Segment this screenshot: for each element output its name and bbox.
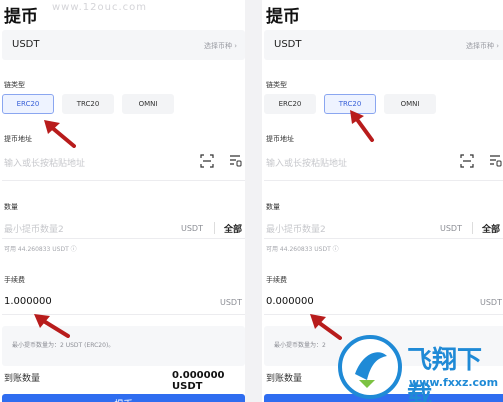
address-underline <box>264 180 503 181</box>
choose-coin-link[interactable]: 选择币种 › <box>466 41 499 51</box>
amount-underline <box>2 238 245 239</box>
note-text: 最小提币数量为：2 USDT (ERC20)。 <box>12 342 115 349</box>
amount-underline <box>264 238 503 239</box>
chain-erc20-button[interactable]: ERC20 <box>264 94 316 114</box>
available-balance: 可用 44.260833 USDT ⓘ <box>4 246 77 253</box>
amount-divider <box>214 222 215 234</box>
panel-gap <box>245 0 262 402</box>
scan-icon[interactable] <box>460 154 474 168</box>
brand-logo-icon <box>338 335 402 399</box>
arrow-pointer-icon <box>44 120 76 148</box>
chain-erc20-button[interactable]: ERC20 <box>2 94 54 114</box>
page-title: 提币 <box>266 7 300 27</box>
address-input[interactable]: 输入或长按粘贴地址 <box>4 156 85 169</box>
note-text: 最小提币数量为：2 <box>274 342 326 349</box>
watermark-text: www.12ouc.com <box>52 2 148 13</box>
fee-unit: USDT <box>220 298 242 307</box>
chain-type-label: 链类型 <box>4 81 25 89</box>
address-input[interactable]: 输入或长按粘贴地址 <box>266 156 347 169</box>
amount-label: 数量 <box>4 203 18 211</box>
amount-label: 数量 <box>266 203 280 211</box>
available-balance: 可用 44.260833 USDT ⓘ <box>266 246 339 253</box>
amount-divider <box>472 222 473 234</box>
address-label: 提币地址 <box>266 135 294 143</box>
fee-label: 手续费 <box>266 276 287 284</box>
receive-label: 到账数量 <box>266 374 303 384</box>
brand-watermark: 飞翔下载 www.fxxz.com <box>335 332 503 402</box>
receive-value: 0.000000 USDT <box>172 370 225 392</box>
amount-input[interactable]: 最小提币数量2 <box>266 222 326 235</box>
chain-options: ERC20 TRC20 OMNI <box>2 94 174 114</box>
all-button[interactable]: 全部 <box>482 222 500 235</box>
coin-value: USDT <box>12 39 40 50</box>
chain-type-label: 链类型 <box>266 81 287 89</box>
address-book-icon[interactable] <box>228 154 242 168</box>
chain-trc20-button[interactable]: TRC20 <box>62 94 114 114</box>
withdraw-screen-erc20: 提币 www.12ouc.com USDT 选择币种 › 链类型 ERC20 T… <box>0 0 245 402</box>
withdraw-button[interactable]: 提币 <box>2 394 245 402</box>
amount-unit: USDT <box>440 224 462 233</box>
coin-selector[interactable]: USDT 选择币种 › <box>2 30 245 60</box>
fee-value: 1.000000 <box>4 296 52 307</box>
address-underline <box>2 180 245 181</box>
all-button[interactable]: 全部 <box>224 222 242 235</box>
fee-unit: USDT <box>480 298 502 307</box>
address-label: 提币地址 <box>4 135 32 143</box>
fee-value: 0.000000 <box>266 296 314 307</box>
page-title: 提币 <box>4 7 38 27</box>
arrow-pointer-icon <box>350 110 374 142</box>
address-book-icon[interactable] <box>488 154 502 168</box>
amount-unit: USDT <box>181 224 203 233</box>
brand-url: www.fxxz.com <box>409 376 499 389</box>
choose-coin-link[interactable]: 选择币种 › <box>204 41 237 51</box>
chain-omni-button[interactable]: OMNI <box>122 94 174 114</box>
fee-underline <box>264 314 503 315</box>
chain-omni-button[interactable]: OMNI <box>384 94 436 114</box>
amount-input[interactable]: 最小提币数量2 <box>4 222 64 235</box>
coin-selector[interactable]: USDT 选择币种 › <box>264 30 503 60</box>
arrow-pointer-icon <box>34 314 70 338</box>
fee-label: 手续费 <box>4 276 25 284</box>
coin-value: USDT <box>274 39 302 50</box>
brand-name: 飞翔下载 <box>407 345 483 402</box>
scan-icon[interactable] <box>200 154 214 168</box>
receive-label: 到账数量 <box>4 374 41 384</box>
